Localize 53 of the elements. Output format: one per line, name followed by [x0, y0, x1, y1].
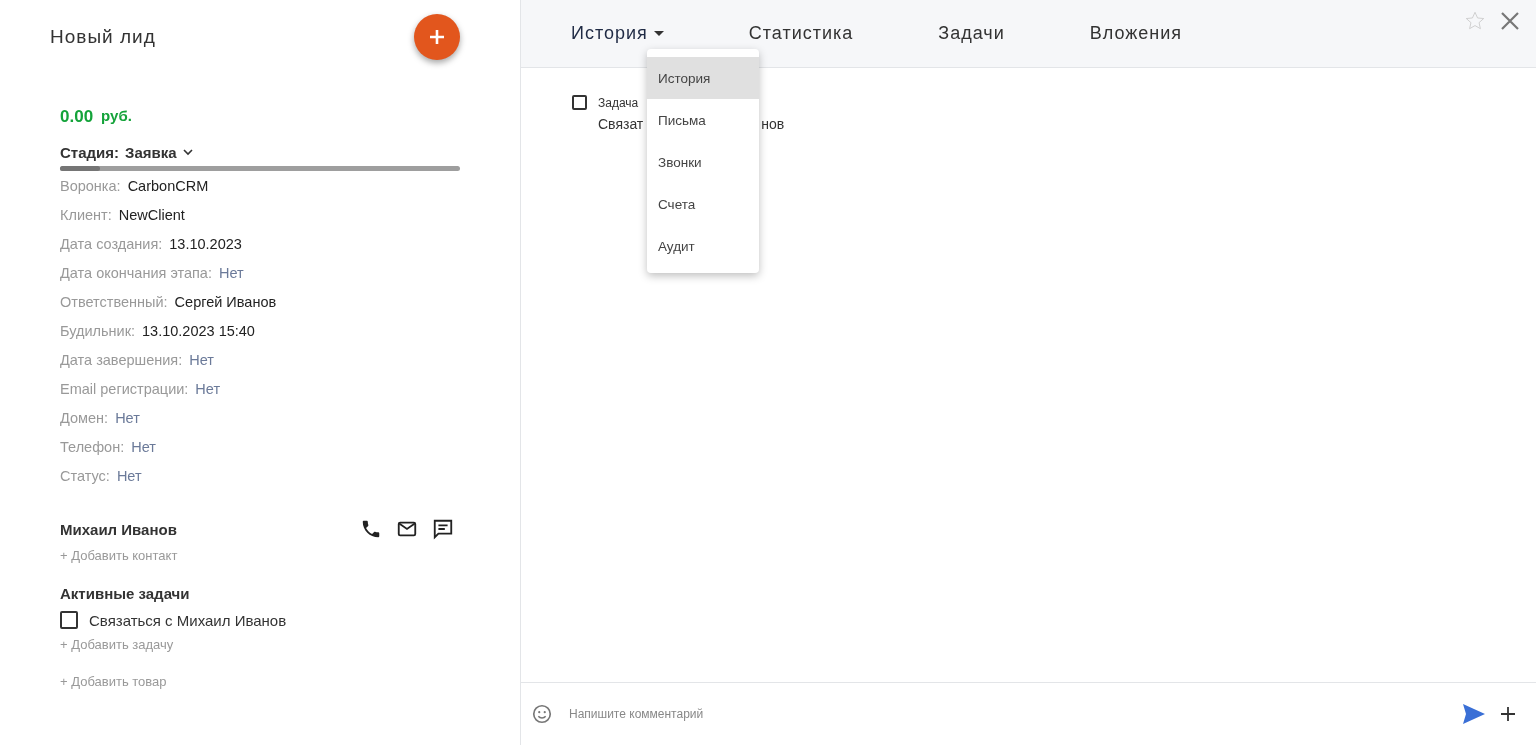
tab[interactable]: Задачи [938, 23, 1005, 44]
field-label: Email регистрации: [60, 380, 189, 397]
menu-item[interactable]: Звонки [647, 141, 759, 183]
field-value: NewClient [118, 206, 185, 223]
field-label: Дата завершения: [60, 351, 183, 368]
tab[interactable]: Вложения [1089, 23, 1183, 44]
field-value: 13.10.2023 [169, 235, 242, 252]
task-checkbox[interactable] [60, 611, 78, 629]
field-value: CarbonCRM [127, 177, 209, 194]
field-value: Сергей Иванов [174, 293, 277, 310]
message-icon[interactable] [432, 518, 454, 540]
chevron-down-icon [182, 149, 193, 156]
close-icon[interactable] [1500, 11, 1520, 31]
field-label: Телефон: [60, 438, 125, 455]
field-label: Домен: [60, 409, 109, 426]
menu-item[interactable]: Счета [647, 183, 759, 225]
currency: руб. [101, 107, 132, 126]
add-button[interactable] [414, 14, 460, 60]
field-value: Нет [189, 351, 214, 368]
send-icon[interactable] [1462, 703, 1486, 725]
history-text: Связат [598, 116, 644, 132]
star-icon[interactable] [1464, 10, 1486, 32]
contact-name: Михаил Иванов [60, 520, 177, 538]
phone-icon[interactable] [360, 518, 382, 540]
task-text: Связаться с Михаил Иванов [89, 611, 287, 629]
menu-item[interactable]: Аудит [647, 225, 759, 267]
field-value: Нет [195, 380, 221, 397]
plus-icon[interactable] [1500, 706, 1516, 722]
field-label: Будильник: [60, 322, 136, 339]
amount: 0.00 [60, 107, 94, 127]
field-label: Дата окончания этапа: [60, 264, 212, 281]
field-value: Нет [116, 467, 142, 484]
field-value: Нет [115, 409, 140, 426]
tab[interactable]: История [571, 23, 664, 44]
field-label: Дата создания: [60, 235, 163, 252]
field-value: Нет [131, 438, 156, 455]
section-title: Активные задачи [60, 585, 191, 602]
menu-item[interactable]: Письма [647, 99, 759, 141]
menu-item[interactable]: История [647, 57, 759, 99]
history-text: нов [761, 116, 785, 132]
history-title: Задача [598, 96, 640, 110]
emoji-icon[interactable] [531, 703, 553, 725]
field-value: Нет [218, 264, 244, 281]
lead-title: Новый лид [50, 26, 156, 48]
history-checkbox[interactable] [572, 95, 587, 110]
field-value: 13.10.2023 15:40 [142, 322, 255, 339]
field-label: Ответственный: [60, 293, 168, 310]
field-label: Клиент: [60, 206, 112, 223]
tab[interactable]: Статистика [748, 23, 854, 44]
field-label: Статус: [60, 467, 110, 484]
field-label: Воронка: [60, 177, 121, 194]
plus-icon [429, 29, 445, 45]
stage-dropdown[interactable]: Стадия: Заявка [60, 144, 193, 161]
